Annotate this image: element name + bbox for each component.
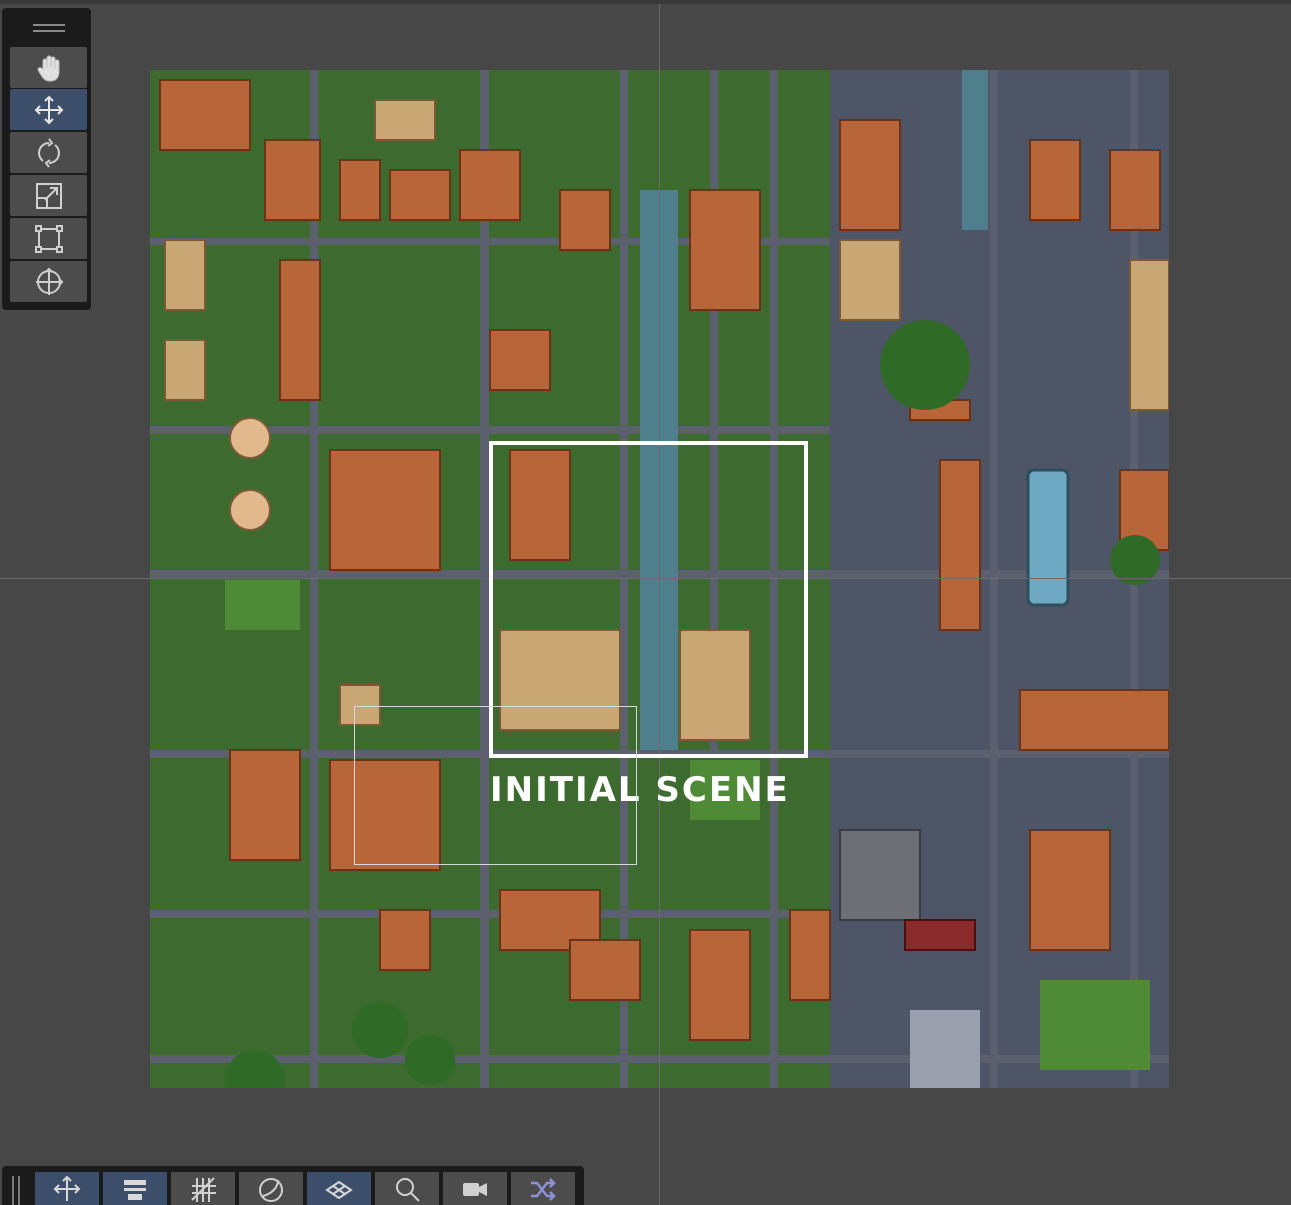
align-button[interactable] <box>103 1172 167 1205</box>
align-icon <box>124 1179 146 1200</box>
rect-tool-button[interactable] <box>10 218 87 259</box>
scale-tool-button[interactable] <box>10 175 87 216</box>
layers-icon <box>325 1180 353 1199</box>
scene-view-toolbar <box>2 1166 584 1205</box>
rotate-tool-button[interactable] <box>10 132 87 173</box>
camera-button[interactable] <box>443 1172 507 1205</box>
window-top-edge <box>0 0 1291 4</box>
rect-transform-icon <box>34 224 63 253</box>
tool-palette-handle[interactable] <box>10 12 87 46</box>
grid-icon <box>191 1176 216 1202</box>
scale-icon <box>35 182 62 209</box>
rotate-icon <box>37 137 60 168</box>
move-arrows-icon <box>53 1175 81 1201</box>
sphere-shading-icon <box>259 1177 283 1202</box>
search-button[interactable] <box>375 1172 439 1205</box>
random-button[interactable] <box>511 1172 575 1205</box>
hand-tool-button[interactable] <box>10 47 87 88</box>
move-tool-button[interactable] <box>10 89 87 130</box>
tool-palette <box>2 8 91 310</box>
search-icon <box>396 1177 420 1202</box>
transform-icon <box>35 267 63 295</box>
shuffle-icon <box>531 1177 556 1201</box>
transform-tool-button[interactable] <box>10 261 87 302</box>
move-arrows-icon <box>34 95 63 124</box>
grid-button[interactable] <box>171 1172 235 1205</box>
shading-button[interactable] <box>239 1172 303 1205</box>
video-camera-icon <box>463 1182 487 1196</box>
toolbar-grip[interactable] <box>12 1176 26 1205</box>
move-snap-button[interactable] <box>35 1172 99 1205</box>
selection-rectangle[interactable] <box>354 706 637 865</box>
layers-button[interactable] <box>307 1172 371 1205</box>
hand-icon <box>37 55 59 81</box>
